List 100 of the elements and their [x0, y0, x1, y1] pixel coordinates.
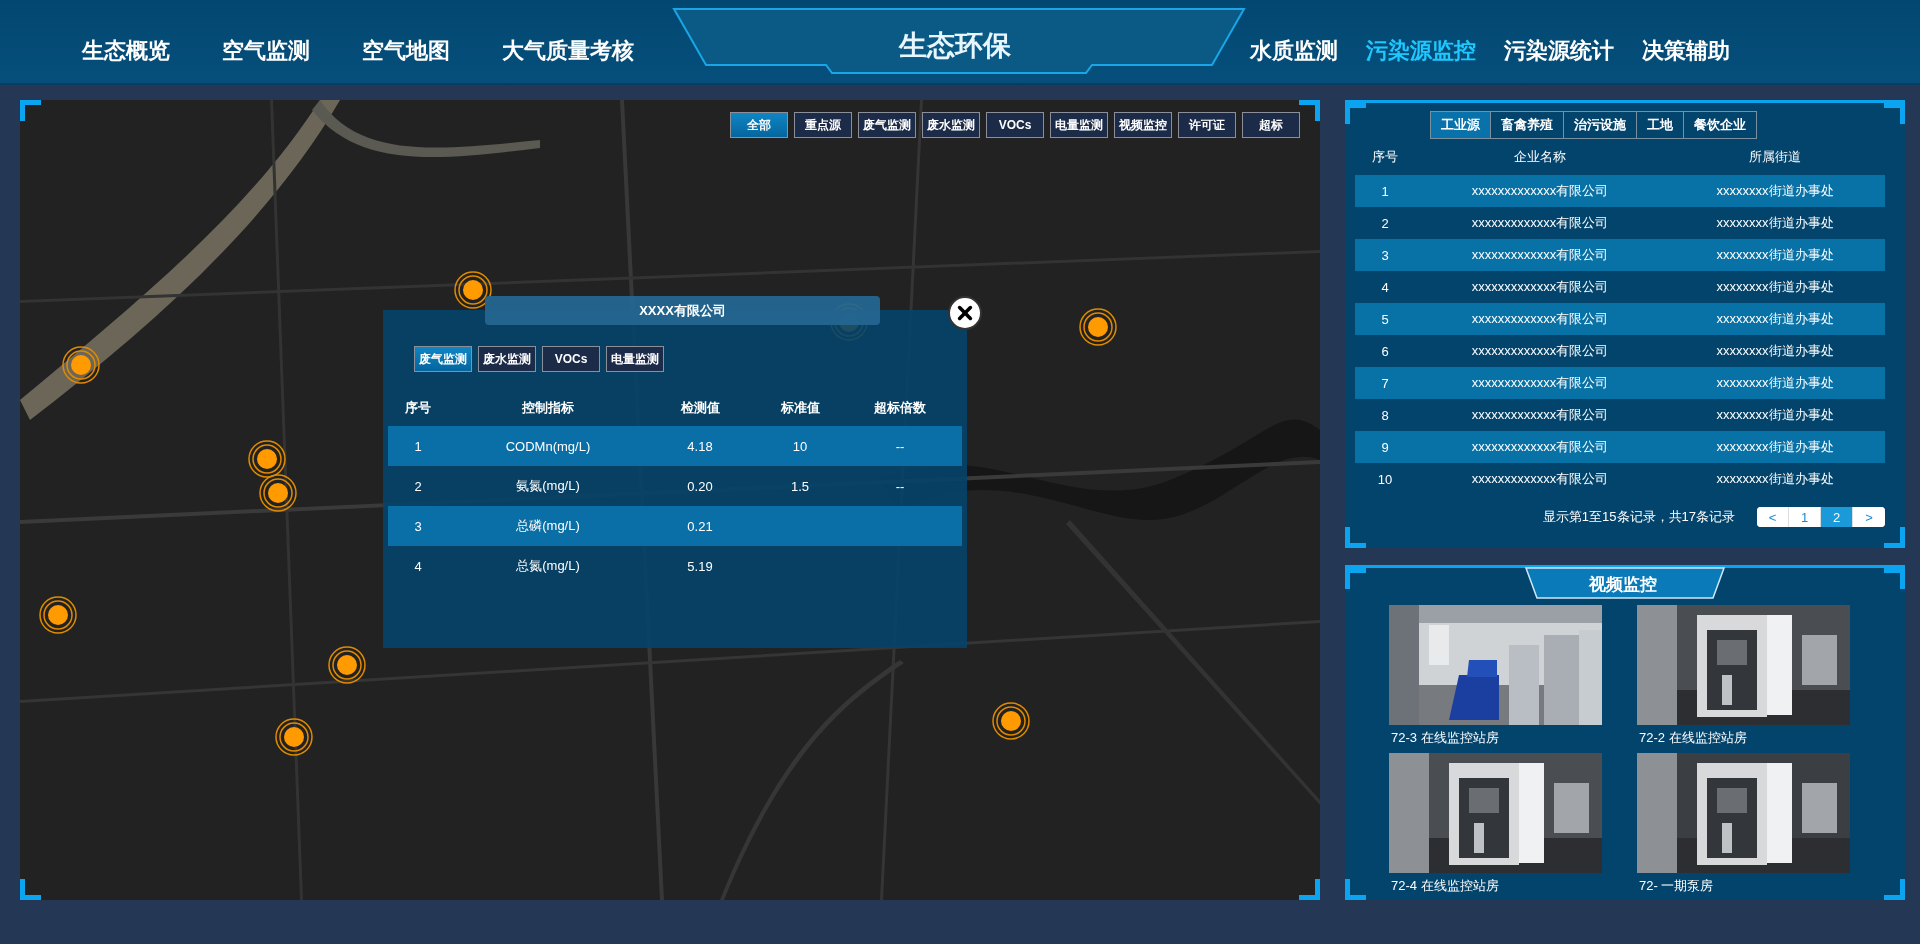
filter-button[interactable]: 全部	[730, 112, 788, 138]
table-cell: xxxxxxxx街道办事处	[1716, 310, 1834, 328]
nav-tab[interactable]: 空气地图	[362, 17, 450, 66]
table-cell: xxxxxxxxxxxxx有限公司	[1471, 246, 1609, 264]
video-caption: 72-2 在线监控站房	[1638, 729, 1748, 747]
filter-button[interactable]: 废水监测	[922, 112, 980, 138]
table-cell: 3	[414, 518, 422, 534]
table-cell: 1.5	[790, 478, 810, 494]
map-marker-icon	[61, 345, 101, 385]
table-cell: 9	[1381, 439, 1389, 455]
table-cell: xxxxxxxxxxxxx有限公司	[1471, 310, 1609, 328]
column-header: 所属街道	[1749, 148, 1801, 166]
table-cell: xxxxxxxxxxxxx有限公司	[1471, 214, 1609, 232]
corner-bracket	[20, 879, 41, 900]
table-cell: xxxxxxxx街道办事处	[1716, 278, 1834, 296]
column-header: 检测值	[680, 399, 720, 417]
previous-page-button[interactable]: <	[1757, 507, 1789, 527]
table-cell: xxxxxxxxxxxxx有限公司	[1471, 438, 1609, 456]
table-cell: 2	[1381, 215, 1389, 231]
nav-tab[interactable]: 决策辅助	[1642, 17, 1730, 66]
category-tab[interactable]: 畜禽养殖	[1491, 112, 1564, 138]
table-cell: 8	[1381, 407, 1389, 423]
nav-tab[interactable]: 污染源监控	[1366, 17, 1476, 66]
table-cell: --	[895, 478, 905, 494]
map-marker-icon	[991, 701, 1031, 741]
table-cell: 4.18	[687, 438, 713, 454]
table-cell: 3	[1381, 247, 1389, 263]
table-cell: 0.20	[687, 478, 713, 494]
category-tab[interactable]: 治污设施	[1564, 112, 1637, 138]
corner-bracket	[1299, 879, 1320, 900]
map-marker-icon	[1078, 307, 1118, 347]
table-cell: 4	[1381, 279, 1389, 295]
table-cell: xxxxxxxx街道办事处	[1716, 406, 1834, 424]
table-cell: xxxxxxxx街道办事处	[1716, 438, 1834, 456]
column-header: 序号	[1372, 148, 1398, 166]
table-cell: xxxxxxxxxxxxx有限公司	[1471, 278, 1609, 296]
map-marker-icon	[453, 270, 493, 310]
table-cell: 0.21	[687, 518, 713, 534]
category-tab[interactable]: 工业源	[1431, 112, 1491, 138]
map-marker-icon	[258, 473, 298, 513]
column-header: 序号	[405, 399, 431, 417]
video-caption: 72-3 在线监控站房	[1390, 729, 1500, 747]
table-cell: 10	[1377, 471, 1393, 487]
filter-button[interactable]: 视频监控	[1114, 112, 1172, 138]
video-caption: 72- 一期泵房	[1638, 877, 1715, 895]
table-cell: 1	[1381, 183, 1389, 199]
filter-button[interactable]: 超标	[1242, 112, 1300, 138]
table-cell: 4	[414, 558, 422, 574]
table-cell: xxxxxxxx街道办事处	[1716, 182, 1834, 200]
table-cell: 5.19	[687, 558, 713, 574]
filter-button[interactable]: 废气监测	[858, 112, 916, 138]
table-cell: xxxxxxxxxxxxx有限公司	[1471, 182, 1609, 200]
video-caption: 72-4 在线监控站房	[1390, 877, 1500, 895]
corner-bracket	[1299, 100, 1320, 121]
map-marker-icon	[274, 717, 314, 757]
table-cell: 1	[414, 438, 422, 454]
column-header: 控制指标	[522, 399, 574, 417]
nav-tab[interactable]: 污染源统计	[1504, 17, 1614, 66]
table-cell: 总磷(mg/L)	[516, 517, 580, 535]
table-cell: xxxxxxxx街道办事处	[1716, 214, 1834, 232]
nav-tab[interactable]: 空气监测	[222, 17, 310, 66]
column-header: 企业名称	[1514, 148, 1566, 166]
column-header: 超标倍数	[874, 399, 926, 417]
popup-tab[interactable]: 电量监测	[606, 346, 664, 372]
table-cell: xxxxxxxx街道办事处	[1716, 342, 1834, 360]
map-marker-icon	[327, 645, 367, 685]
popup-tab[interactable]: VOCs	[542, 346, 600, 372]
table-cell: --	[895, 438, 905, 454]
nav-tab[interactable]: 大气质量考核	[502, 17, 634, 66]
record-summary: 显示第1至15条记录，共17条记录	[1542, 508, 1735, 526]
app-title: 生态环保	[899, 29, 1011, 63]
table-cell: xxxxxxxxxxxxx有限公司	[1471, 406, 1609, 424]
filter-button[interactable]: 许可证	[1178, 112, 1236, 138]
table-cell: CODMn(mg/L)	[505, 438, 591, 454]
filter-button[interactable]: 重点源	[794, 112, 852, 138]
table-cell: xxxxxxxxxxxxx有限公司	[1471, 374, 1609, 392]
table-cell: xxxxxxxxxxxxx有限公司	[1471, 470, 1609, 488]
column-header: 标准值	[780, 399, 820, 417]
table-cell: 5	[1381, 311, 1389, 327]
nav-tab[interactable]: 生态概览	[82, 17, 170, 66]
table-cell: 10	[792, 438, 808, 454]
filter-button[interactable]: VOCs	[986, 112, 1044, 138]
popup-title: XXXX有限公司	[485, 296, 880, 325]
table-cell: xxxxxxxxxxxxx有限公司	[1471, 342, 1609, 360]
map-marker-icon	[247, 439, 287, 479]
category-tab[interactable]: 餐饮企业	[1684, 112, 1756, 138]
nav-tab[interactable]: 水质监测	[1250, 17, 1338, 66]
popup-tab[interactable]: 废气监测	[414, 346, 472, 372]
table-cell: 6	[1381, 343, 1389, 359]
panel-title: 视频监控	[1589, 574, 1657, 596]
table-cell: xxxxxxxx街道办事处	[1716, 246, 1834, 264]
filter-button[interactable]: 电量监测	[1050, 112, 1108, 138]
table-cell: xxxxxxxx街道办事处	[1716, 374, 1834, 392]
corner-bracket	[20, 100, 41, 121]
table-cell: 7	[1381, 375, 1389, 391]
map-marker-icon	[38, 595, 78, 635]
category-tab[interactable]: 工地	[1637, 112, 1684, 138]
table-cell: xxxxxxxx街道办事处	[1716, 470, 1834, 488]
popup-tab[interactable]: 废水监测	[478, 346, 536, 372]
table-cell: 氨氮(mg/L)	[516, 477, 580, 495]
